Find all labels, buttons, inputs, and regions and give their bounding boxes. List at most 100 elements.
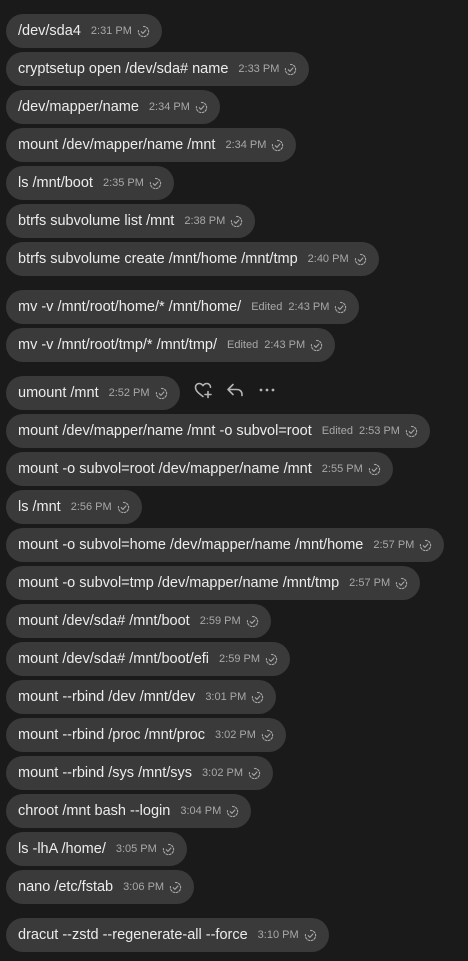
- more-options-icon: [259, 388, 275, 392]
- message-bubble[interactable]: btrfs subvolume list /mnt 2:38 PM: [6, 204, 256, 238]
- message-text: mount -o subvol=home /dev/mapper/name /m…: [18, 537, 364, 553]
- edited-label: Edited: [251, 301, 283, 313]
- sent-status-icon: [230, 215, 243, 228]
- message-bubble[interactable]: btrfs subvolume create /mnt/home /mnt/tm…: [6, 242, 379, 276]
- message-timestamp: 2:38 PM: [184, 215, 226, 227]
- message-timestamp: 2:52 PM: [108, 387, 150, 399]
- message-bubble[interactable]: mount /dev/sda# /mnt/boot 2:59 PM: [6, 604, 271, 638]
- sent-status-icon: [271, 139, 284, 152]
- more-options-button[interactable]: [256, 379, 278, 401]
- sent-status-icon: [169, 881, 182, 894]
- message-bubble[interactable]: mount -o subvol=root /dev/mapper/name /m…: [6, 452, 393, 486]
- sent-status-icon: [368, 463, 381, 476]
- message-text: cryptsetup open /dev/sda# name: [18, 61, 229, 77]
- message-timestamp: 3:04 PM: [180, 805, 222, 817]
- edited-label: Edited: [227, 339, 259, 351]
- add-reaction-button[interactable]: [192, 379, 214, 401]
- message-text: dracut --zstd --regenerate-all --force: [18, 927, 248, 943]
- sent-status-icon: [354, 253, 367, 266]
- message-bubble[interactable]: mv -v /mnt/root/home/* /mnt/home/Edited 2…: [6, 290, 360, 324]
- message-timestamp: 2:55 PM: [321, 463, 363, 475]
- message-bubble[interactable]: mv -v /mnt/root/tmp/* /mnt/tmp/Edited 2:4…: [6, 328, 336, 362]
- message-text: mv -v /mnt/root/tmp/* /mnt/tmp/: [18, 337, 218, 353]
- message-text: chroot /mnt bash --login: [18, 803, 171, 819]
- message-timestamp: 2:34 PM: [148, 101, 190, 113]
- message-bubble[interactable]: dracut --zstd --regenerate-all --force 3:…: [6, 918, 329, 952]
- message-timestamp: 3:02 PM: [214, 729, 256, 741]
- message-timestamp: 2:59 PM: [199, 615, 241, 627]
- sent-status-icon: [310, 339, 323, 352]
- message-timestamp: 2:33 PM: [238, 63, 280, 75]
- message-timestamp: 3:10 PM: [257, 929, 299, 941]
- message-bubble[interactable]: chroot /mnt bash --login 3:04 PM: [6, 794, 252, 828]
- message-timestamp: 3:06 PM: [123, 881, 165, 893]
- message-text: mount /dev/mapper/name /mnt: [18, 137, 216, 153]
- sent-status-icon: [251, 691, 264, 704]
- message-timestamp: 3:01 PM: [205, 691, 247, 703]
- message-timestamp: 2:43 PM: [264, 339, 306, 351]
- sent-status-icon: [246, 615, 259, 628]
- sent-status-icon: [226, 805, 239, 818]
- message-timestamp: 2:34 PM: [225, 139, 267, 151]
- message-text: nano /etc/fstab: [18, 879, 114, 895]
- reply-icon: [227, 383, 243, 397]
- message-bubble[interactable]: cryptsetup open /dev/sda# name 2:33 PM: [6, 52, 310, 86]
- message-text: umount /mnt: [18, 385, 99, 401]
- message-text: mount --rbind /sys /mnt/sys: [18, 765, 193, 781]
- message-text: /dev/mapper/name: [18, 99, 139, 115]
- sent-status-icon: [162, 843, 175, 856]
- message-text: mv -v /mnt/root/home/* /mnt/home/: [18, 299, 242, 315]
- message-bubble[interactable]: mount --rbind /dev /mnt/dev 3:01 PM: [6, 680, 277, 714]
- message-bubble[interactable]: mount /dev/mapper/name /mnt -o subvol=ro…: [6, 414, 430, 448]
- message-bubble[interactable]: mount -o subvol=tmp /dev/mapper/name /mn…: [6, 566, 421, 600]
- message-timestamp: 3:05 PM: [115, 843, 157, 855]
- sent-status-icon: [304, 929, 317, 942]
- sent-status-icon: [395, 577, 408, 590]
- reply-button[interactable]: [224, 379, 246, 401]
- message-timestamp: 2:53 PM: [358, 425, 400, 437]
- message-bubble[interactable]: mount -o subvol=home /dev/mapper/name /m…: [6, 528, 445, 562]
- chat-message-list: /dev/sda4 2:31 PM cryptsetup open /dev/sda…: [0, 0, 468, 961]
- message-bubble[interactable]: mount /dev/sda# /mnt/boot/efi 2:59 PM: [6, 642, 290, 676]
- message-text: mount /dev/sda# /mnt/boot: [18, 613, 190, 629]
- edited-label: Edited: [321, 425, 353, 437]
- sent-status-icon: [149, 177, 162, 190]
- sent-status-icon: [155, 387, 168, 400]
- message-hover-actions: [192, 379, 278, 401]
- message-bubble[interactable]: ls /mnt/boot 2:35 PM: [6, 166, 174, 200]
- message-text: mount /dev/mapper/name /mnt -o subvol=ro…: [18, 423, 312, 439]
- sent-status-icon: [405, 425, 418, 438]
- sent-status-icon: [195, 101, 208, 114]
- message-bubble[interactable]: /dev/sda4 2:31 PM: [6, 14, 162, 48]
- message-bubble[interactable]: /dev/mapper/name 2:34 PM: [6, 90, 220, 124]
- message-bubble[interactable]: ls -lhA /home/3:05 PM: [6, 832, 187, 866]
- message-text: btrfs subvolume list /mnt: [18, 213, 175, 229]
- message-bubble[interactable]: mount --rbind /proc /mnt/proc 3:02 PM: [6, 718, 286, 752]
- sent-status-icon: [137, 25, 150, 38]
- message-text: mount --rbind /dev /mnt/dev: [18, 689, 196, 705]
- sent-status-icon: [284, 63, 297, 76]
- message-bubble[interactable]: mount /dev/mapper/name /mnt 2:34 PM: [6, 128, 297, 162]
- message-timestamp: 2:31 PM: [90, 25, 132, 37]
- message-timestamp: 2:59 PM: [219, 653, 260, 665]
- message-timestamp: 3:02 PM: [202, 767, 244, 779]
- sent-status-icon: [261, 729, 274, 742]
- message-bubble[interactable]: nano /etc/fstab 3:06 PM: [6, 870, 195, 904]
- message-text: ls /mnt/boot: [18, 175, 93, 191]
- message-bubble[interactable]: ls /mnt 2:56 PM: [6, 490, 142, 524]
- message-timestamp: 2:57 PM: [349, 577, 391, 589]
- message-timestamp: 2:56 PM: [70, 501, 112, 513]
- message-text: /dev/sda4: [18, 23, 81, 39]
- message-bubble[interactable]: mount --rbind /sys /mnt/sys 3:02 PM: [6, 756, 274, 790]
- message-text: mount -o subvol=tmp /dev/mapper/name /mn…: [18, 575, 340, 591]
- message-bubble[interactable]: umount /mnt 2:52 PM: [6, 376, 180, 410]
- message-text: ls /mnt: [18, 499, 61, 515]
- message-timestamp: 2:57 PM: [373, 539, 415, 551]
- message-text: btrfs subvolume create /mnt/home /mnt/tm…: [18, 251, 298, 267]
- sent-status-icon: [334, 301, 347, 314]
- add-reaction-icon: [194, 382, 212, 399]
- sent-status-icon: [265, 653, 278, 666]
- sent-status-icon: [117, 501, 130, 514]
- message-text: ls -lhA /home/: [18, 841, 106, 857]
- sent-status-icon: [419, 539, 432, 552]
